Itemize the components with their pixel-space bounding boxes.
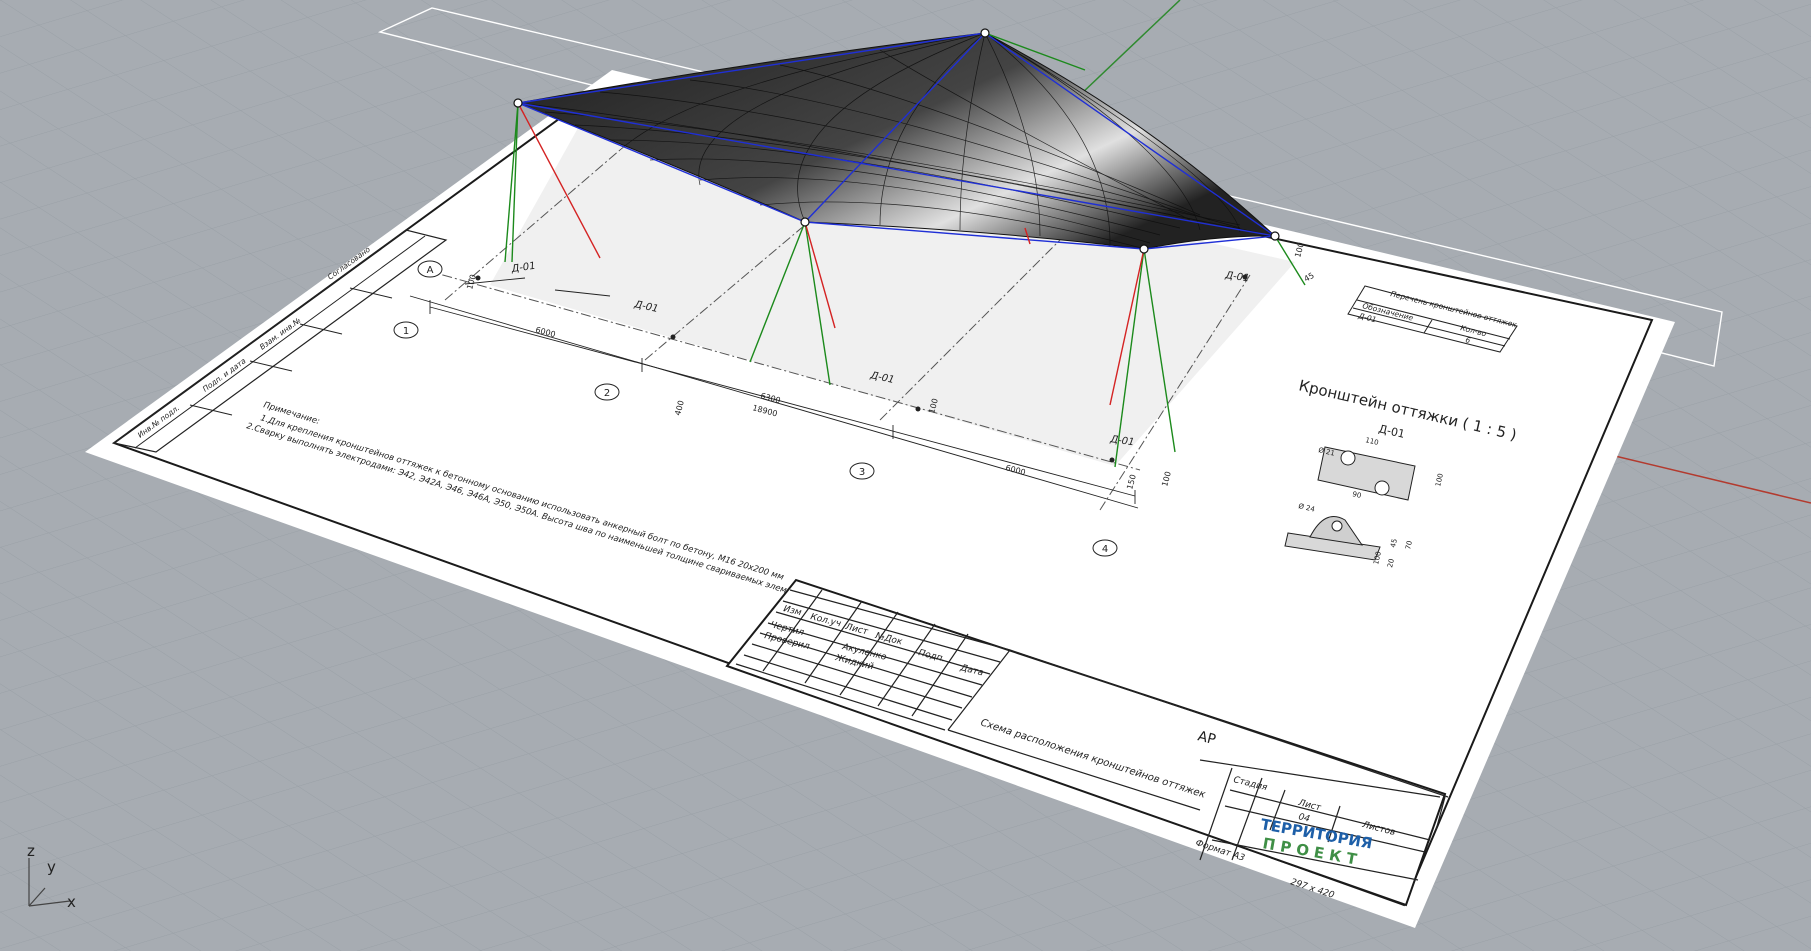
axis-label-y: y: [47, 858, 56, 876]
axis-label-x: x: [67, 893, 76, 911]
axis-label-z: z: [27, 842, 35, 860]
svg-text:2: 2: [604, 388, 610, 399]
svg-text:4: 4: [1102, 544, 1108, 555]
axis-mark-2: 2: [594, 383, 620, 401]
axis-mark-4: 4: [1092, 539, 1118, 557]
axis-mark-A: A: [417, 260, 443, 278]
axis-mark-3: 3: [849, 462, 875, 480]
rhino-perspective-viewport[interactable]: A 1 2 3 4 6000 6300 18900 6000 400 100 1…: [0, 0, 1811, 951]
svg-text:A: A: [427, 265, 434, 276]
viewport-canvas[interactable]: A 1 2 3 4 6000 6300 18900 6000 400 100 1…: [0, 0, 1811, 951]
svg-text:1: 1: [403, 326, 409, 337]
axis-mark-1: 1: [393, 321, 419, 339]
svg-text:3: 3: [859, 467, 865, 478]
